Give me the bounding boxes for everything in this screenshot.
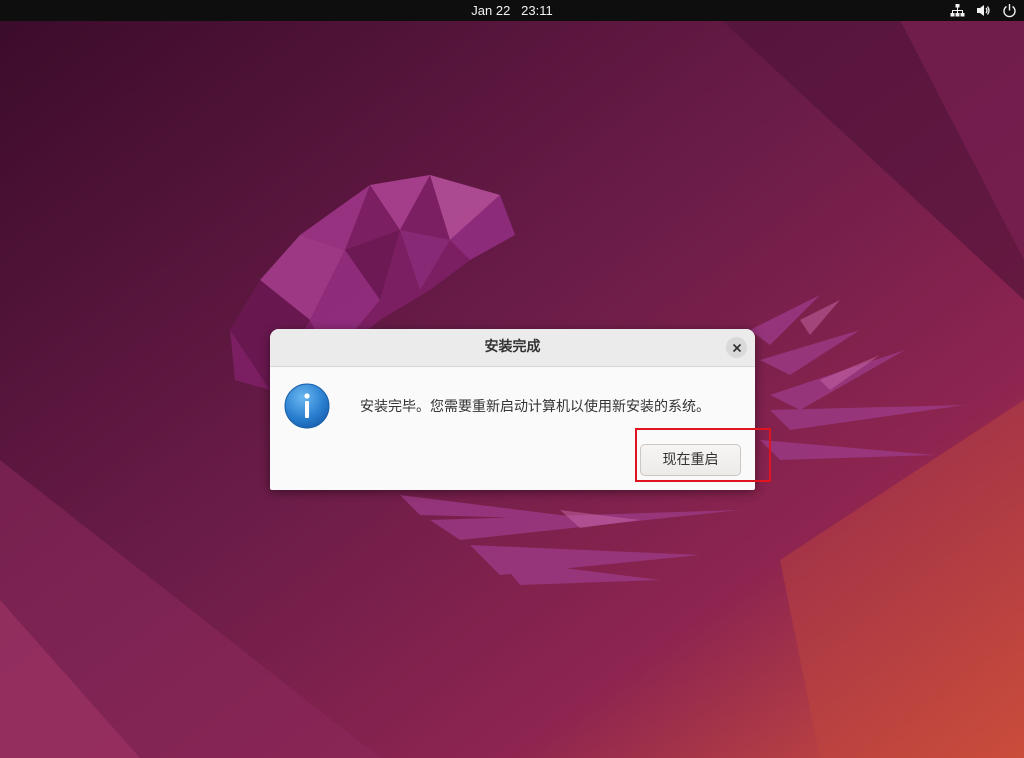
desktop: Jan 22 23:11 安装完成 安装完毕。您需要重新启动计算机以使用新安装的… — [0, 0, 1024, 758]
clock[interactable]: Jan 22 23:11 — [0, 0, 1024, 21]
power-icon[interactable] — [1001, 2, 1018, 19]
volume-icon[interactable] — [975, 2, 992, 19]
top-bar: Jan 22 23:11 — [0, 0, 1024, 21]
clock-time: 23:11 — [521, 3, 553, 18]
info-icon — [284, 383, 330, 429]
clock-date: Jan 22 — [471, 3, 511, 18]
restart-now-button[interactable]: 现在重启 — [640, 444, 741, 476]
close-icon — [732, 343, 741, 352]
dialog-message: 安装完毕。您需要重新启动计算机以使用新安装的系统。 — [360, 399, 710, 415]
close-button[interactable] — [726, 337, 747, 358]
dialog-header: 安装完成 — [270, 329, 755, 367]
network-icon[interactable] — [949, 2, 966, 19]
system-tray[interactable] — [949, 0, 1018, 21]
dialog-title: 安装完成 — [484, 339, 541, 355]
